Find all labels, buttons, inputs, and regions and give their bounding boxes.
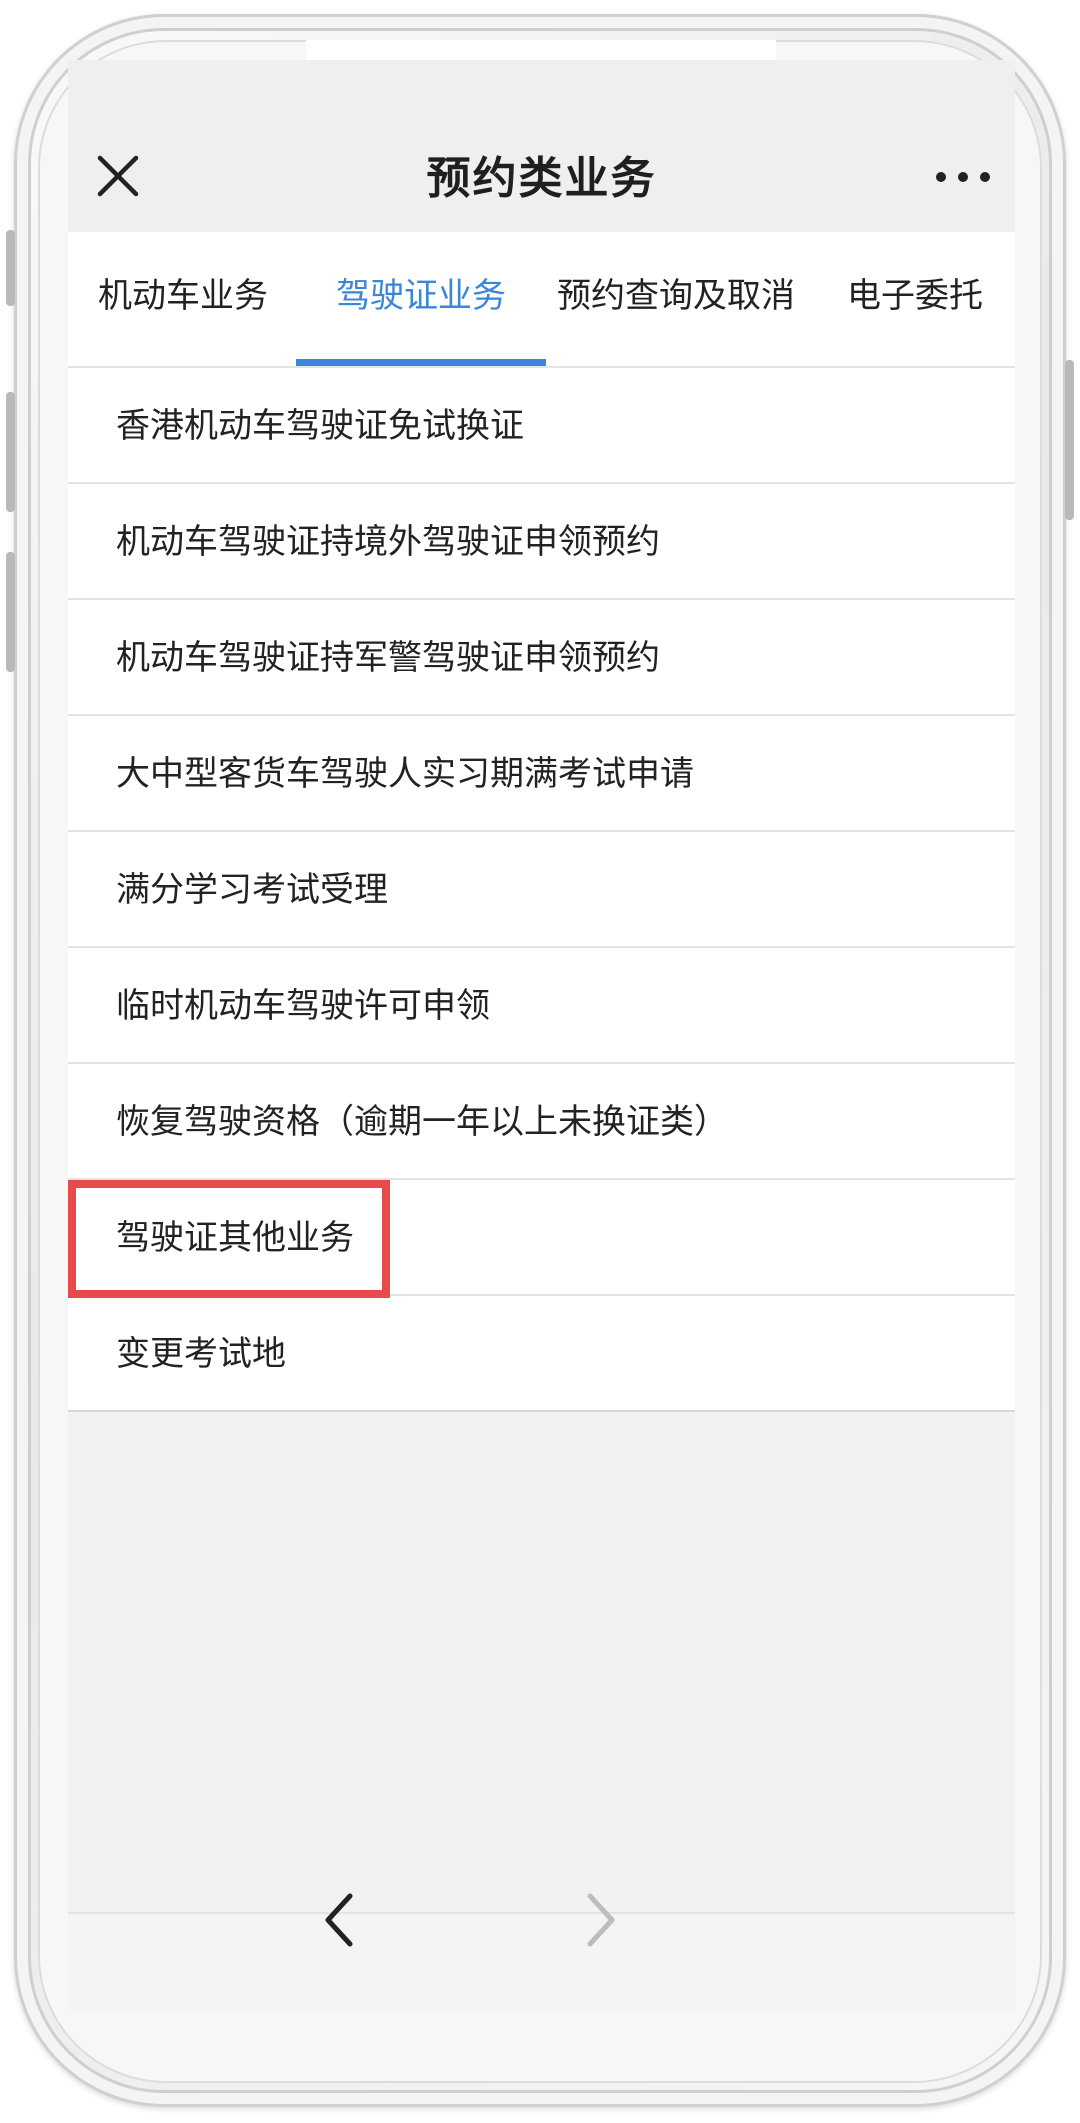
side-button-left-1 <box>6 230 15 306</box>
back-button[interactable] <box>318 1890 362 1950</box>
tab-label: 机动车业务 <box>98 276 268 316</box>
list-item[interactable]: 机动车驾驶证持军警驾驶证申领预约 <box>68 600 1015 716</box>
list-item-label: 驾驶证其他业务 <box>116 1218 354 1258</box>
list-item[interactable]: 临时机动车驾驶许可申领 <box>68 948 1015 1064</box>
tab-label: 电子委托 <box>847 276 983 316</box>
list-item-label: 机动车驾驶证持境外驾驶证申领预约 <box>116 522 660 562</box>
tab-label: 预约查询及取消 <box>557 276 795 316</box>
side-button-right <box>1065 360 1074 520</box>
tab-vehicle-business[interactable]: 机动车业务 <box>88 232 278 366</box>
list-item[interactable]: 变更考试地 <box>68 1296 1015 1412</box>
list-item-label: 大中型客货车驾驶人实习期满考试申请 <box>116 754 694 794</box>
list-item-highlighted[interactable]: 驾驶证其他业务 <box>68 1180 1015 1298</box>
list-item-label: 临时机动车驾驶许可申领 <box>116 986 490 1026</box>
list-item[interactable]: 香港机动车驾驶证免试换证 <box>68 368 1015 484</box>
forward-button[interactable] <box>578 1890 622 1950</box>
list-item-label: 变更考试地 <box>116 1334 286 1374</box>
list-item-label: 满分学习考试受理 <box>116 870 388 910</box>
active-tab-indicator <box>296 359 546 366</box>
chevron-left-icon <box>325 1893 353 1947</box>
list-item[interactable]: 恢复驾驶资格（逾期一年以上未换证类） <box>68 1064 1015 1180</box>
tab-bar: 机动车业务 驾驶证业务 预约查询及取消 电子委托 <box>68 232 1015 368</box>
page-title: 预约类业务 <box>426 153 657 204</box>
tab-license-business[interactable]: 驾驶证业务 <box>296 232 546 366</box>
list-item[interactable]: 满分学习考试受理 <box>68 832 1015 948</box>
title-bar: 预约类业务 <box>68 60 1015 232</box>
side-button-left-3 <box>6 552 15 672</box>
list-item-label: 香港机动车驾驶证免试换证 <box>116 406 524 446</box>
chevron-right-icon <box>587 1893 615 1947</box>
side-button-left-2 <box>6 392 15 512</box>
more-icon <box>936 172 990 182</box>
list-item-label: 恢复驾驶资格（逾期一年以上未换证类） <box>116 1102 728 1142</box>
tab-electronic-authorization[interactable]: 电子委托 <box>840 232 990 366</box>
app-screen: 预约类业务 机动车业务 驾驶证业务 预约查询及取消 电子委托 香港机动车驾驶证免… <box>68 60 1015 2010</box>
list-item[interactable]: 大中型客货车驾驶人实习期满考试申请 <box>68 716 1015 832</box>
tab-label: 驾驶证业务 <box>336 276 506 316</box>
tab-appointment-query-cancel[interactable]: 预约查询及取消 <box>546 232 806 366</box>
business-list: 香港机动车驾驶证免试换证 机动车驾驶证持境外驾驶证申领预约 机动车驾驶证持军警驾… <box>68 368 1015 1412</box>
list-item-label: 机动车驾驶证持军警驾驶证申领预约 <box>116 638 660 678</box>
bottom-nav-bar <box>68 1912 1015 2010</box>
list-item[interactable]: 机动车驾驶证持境外驾驶证申领预约 <box>68 484 1015 600</box>
more-button[interactable] <box>932 152 994 202</box>
